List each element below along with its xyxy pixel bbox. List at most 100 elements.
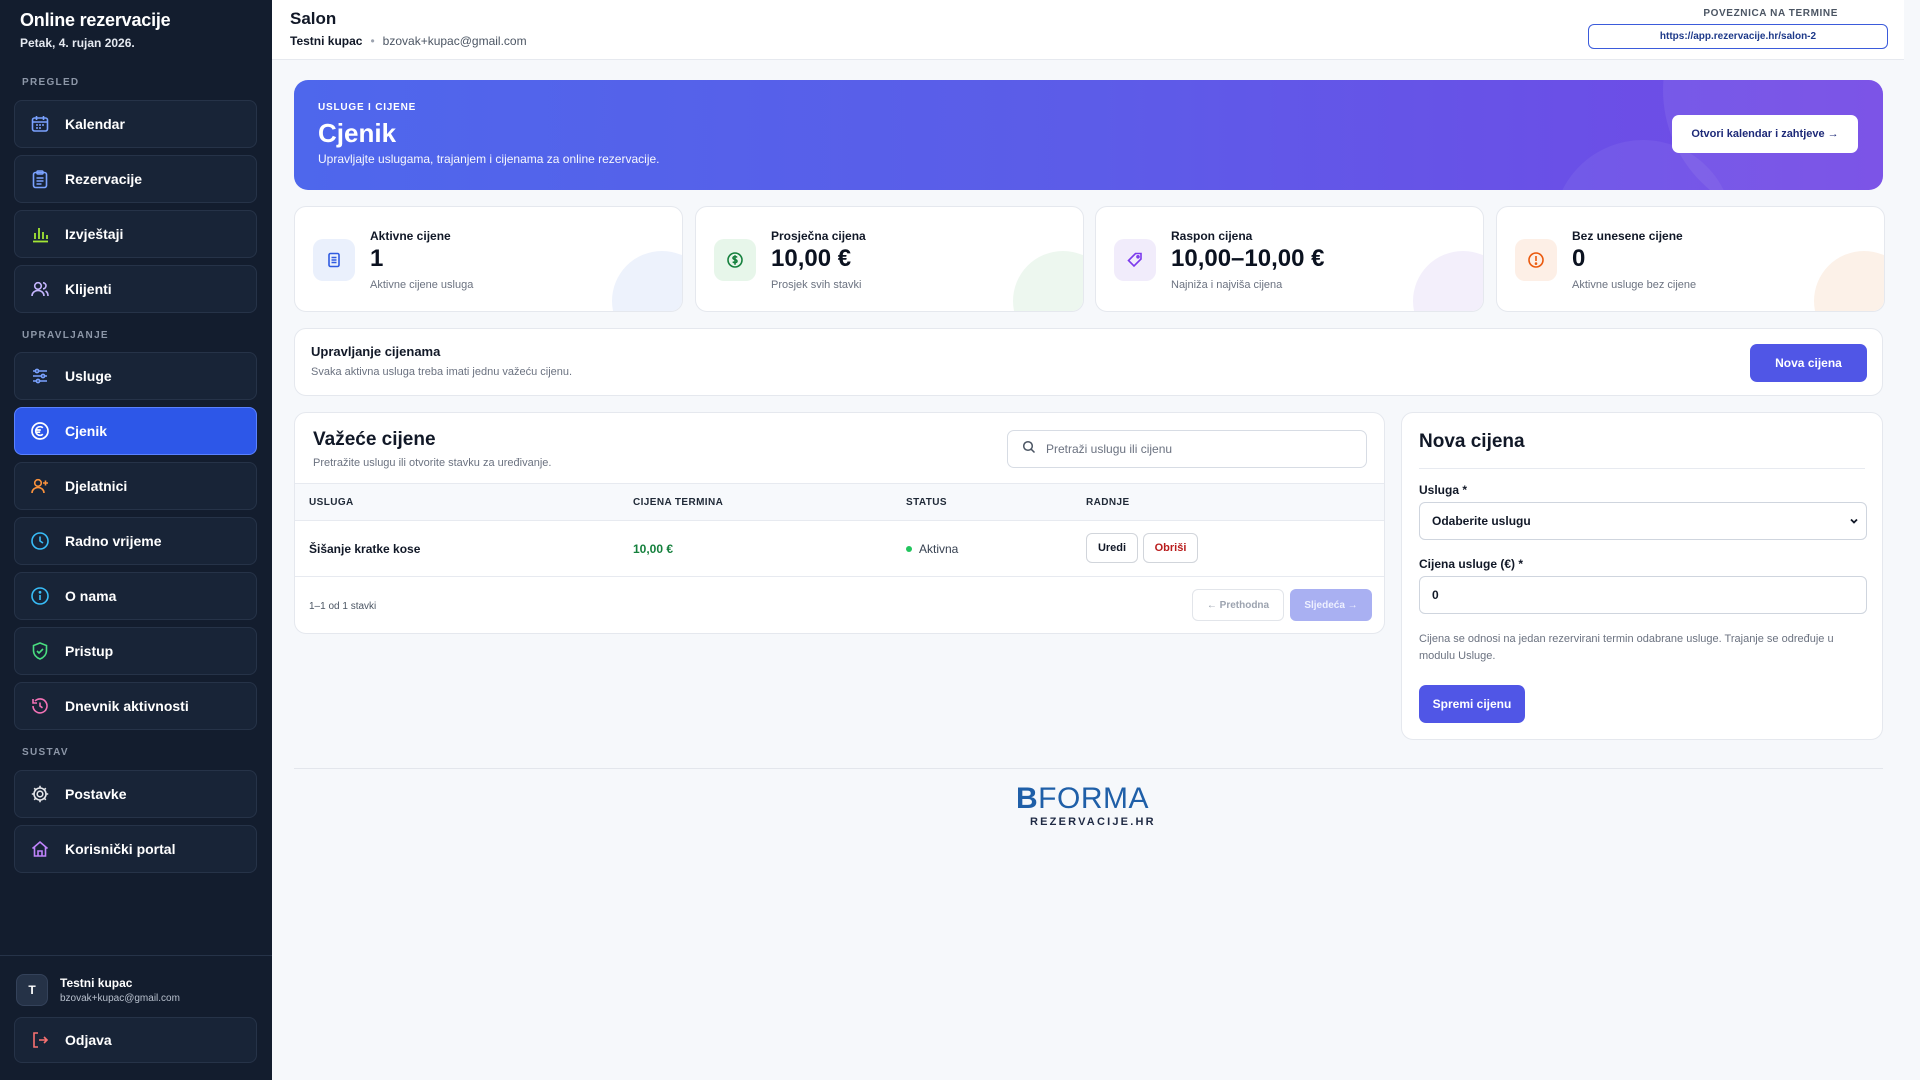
sidebar-item-radno-vrijeme[interactable]: Radno vrijeme [14,517,257,565]
brand: Online rezervacije Petak, 4. rujan 2026. [0,0,272,50]
alert-icon [1515,239,1557,281]
home-icon [29,838,51,860]
sidebar-divider [0,955,272,956]
sidebar-item-cjenik[interactable]: Cjenik [14,407,257,455]
form-divider [1419,468,1865,469]
status-text: Aktivna [919,542,959,556]
customer-email: bzovak+kupac@gmail.com [382,34,527,48]
dollar-icon [714,239,756,281]
sidebar-item-korisnicki-portal[interactable]: Korisnički portal [14,825,257,873]
edit-button[interactable]: Uredi [1086,533,1138,563]
scrollbar[interactable] [1904,0,1920,1080]
pagination-info: 1–1 od 1 stavki [309,601,377,612]
sidebar-item-usluge[interactable]: Usluge [14,352,257,400]
booking-link[interactable]: https://app.rezervacije.hr/salon-2 [1588,24,1888,49]
sidebar-item-label: Korisnički portal [65,841,176,857]
stat-label: Bez unesene cijene [1572,229,1683,243]
user-name: Testni kupac [60,976,133,990]
users-icon [29,278,51,300]
card-title: Važeće cijene [313,429,436,450]
stat-value: 10,00 € [771,245,852,272]
stat-value: 10,00–10,00 € [1171,245,1325,272]
sidebar-item-pristup[interactable]: Pristup [14,627,257,675]
clock-icon [29,530,51,552]
sidebar-item-label: Cjenik [65,423,108,439]
customer-name: Testni kupac [290,34,363,48]
stat-label: Raspon cijena [1171,229,1253,243]
euro-icon [29,420,51,442]
stat-card-price-range: Raspon cijena 10,00–10,00 € Najniža i na… [1095,206,1484,312]
current-date: Petak, 4. rujan 2026. [20,36,135,50]
sidebar-item-rezervacije[interactable]: Rezervacije [14,155,257,203]
section-label-pregled: PREGLED [22,77,80,88]
sidebar-item-label: Djelatnici [65,478,128,494]
open-calendar-button[interactable]: Otvori kalendar i zahtjeve → [1672,115,1858,153]
user-profile: T Testni kupac bzovak+kupac@gmail.com [16,974,180,1006]
sidebar-item-label: Dnevnik aktivnosti [65,698,189,714]
price-label: Cijena usluge (€) * [1419,557,1524,571]
page-title: Salon [290,9,337,28]
sidebar-item-djelatnici[interactable]: Djelatnici [14,462,257,510]
hero-description: Upravljajte uslugama, trajanjem i cijena… [318,152,660,166]
management-subtitle: Svaka aktivna usluga treba imati jednu v… [311,366,573,378]
management-title: Upravljanje cijenama [311,344,441,359]
sidebar: Online rezervacije Petak, 4. rujan 2026.… [0,0,272,1080]
card-subtitle: Pretražite uslugu ili otvorite stavku za… [313,457,552,469]
stat-value: 0 [1572,245,1586,272]
sidebar-item-izvjestaji[interactable]: Izvještaji [14,210,257,258]
logout-button[interactable]: Odjava [14,1017,257,1063]
shield-check-icon [29,640,51,662]
sidebar-item-o-nama[interactable]: O nama [14,572,257,620]
section-label-upravljanje: UPRAVLJANJE [22,330,109,341]
service-label: Usluga * [1419,483,1468,497]
hero-banner: USLUGE I CIJENE Cjenik Upravljajte uslug… [294,80,1883,190]
sidebar-item-kalendar[interactable]: Kalendar [14,100,257,148]
column-header: USLUGA [309,497,354,508]
history-icon [29,695,51,717]
sidebar-item-dnevnik-aktivnosti[interactable]: Dnevnik aktivnosti [14,682,257,730]
stat-subtitle: Aktivne usluge bez cijene [1572,279,1697,291]
sidebar-item-klijenti[interactable]: Klijenti [14,265,257,313]
sidebar-item-label: Rezervacije [65,171,143,187]
logo-letter: B [1016,782,1039,815]
bforma-logo: BFORMA [1016,782,1149,816]
table-row[interactable]: Šišanje kratke kose 10,00 € Aktivna Ured… [295,521,1384,577]
stat-card-active-prices: Aktivne cijene 1 Aktivne cijene usluga [294,206,683,312]
stat-subtitle: Najniža i najviša cijena [1171,279,1283,291]
delete-button[interactable]: Obriši [1143,533,1198,563]
column-header: RADNJE [1086,497,1130,508]
search-input[interactable]: Pretraži uslugu ili cijenu [1007,430,1367,468]
next-page-button[interactable]: Sljedeća → [1290,589,1372,621]
stat-card-without-price: Bez unesene cijene 0 Aktivne usluge bez … [1496,206,1885,312]
stat-label: Aktivne cijene [370,229,451,243]
sidebar-item-label: Izvještaji [65,226,124,242]
stat-card-average-price: Prosječna cijena 10,00 € Prosjek svih st… [695,206,1084,312]
form-title: Nova cijena [1419,431,1525,452]
status-badge: Aktivna [906,542,958,556]
search-icon [1022,440,1036,459]
sidebar-item-postavke[interactable]: Postavke [14,770,257,818]
logo-subtitle: REZERVACIJE.HR [1030,816,1156,828]
service-name: Šišanje kratke kose [309,542,421,556]
top-header: Salon Testni kupac • bzovak+kupac@gmail.… [272,0,1904,60]
gear-icon [29,783,51,805]
stat-subtitle: Aktivne cijene usluga [370,279,474,291]
previous-page-button[interactable]: ← Prethodna [1192,589,1284,621]
tag-icon [1114,239,1156,281]
new-price-button[interactable]: Nova cijena [1750,344,1867,382]
sidebar-item-label: Pristup [65,643,114,659]
price-input[interactable]: 0 [1419,576,1867,614]
footer-divider [294,768,1883,769]
hero-title: Cjenik [318,118,397,148]
price-management-bar: Upravljanje cijenama Svaka aktivna uslug… [294,328,1883,396]
search-placeholder: Pretraži uslugu ili cijenu [1046,442,1173,456]
stat-label: Prosječna cijena [771,229,866,243]
card-decoration [1013,251,1083,311]
service-select[interactable]: Odaberite uslugu [1419,502,1867,540]
service-price: 10,00 € [633,542,674,556]
save-price-button[interactable]: Spremi cijenu [1419,685,1525,723]
calendar-icon [29,113,51,135]
header-subtitle: Testni kupac • bzovak+kupac@gmail.com [290,34,527,48]
sidebar-item-label: Radno vrijeme [65,533,162,549]
status-dot [906,546,912,552]
